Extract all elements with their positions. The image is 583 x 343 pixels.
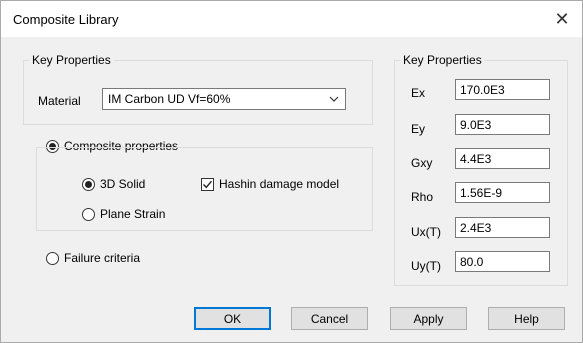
checkmark-icon	[203, 180, 213, 188]
cancel-button[interactable]: Cancel	[291, 307, 368, 330]
prop-value-ex: 170.0E3	[460, 83, 505, 97]
group-label: Key Properties	[400, 53, 485, 67]
ok-button[interactable]: OK	[194, 307, 271, 330]
prop-label-ex: Ex	[411, 86, 426, 100]
material-dropdown[interactable]: IM Carbon UD Vf=60%	[102, 88, 346, 110]
radio-circle	[82, 207, 95, 221]
prop-input-rho[interactable]: 1.56E-9	[455, 182, 550, 203]
prop-value-uy: 80.0	[460, 255, 484, 269]
radio-circle	[46, 251, 59, 265]
3d-solid-label: 3D Solid	[100, 177, 146, 191]
prop-input-uy[interactable]: 80.0	[455, 251, 550, 272]
plane-strain-radio[interactable]: Plane Strain	[82, 207, 165, 221]
apply-button[interactable]: Apply	[390, 307, 467, 330]
failure-criteria-radio[interactable]: Failure criteria	[46, 251, 140, 265]
prop-input-gxy[interactable]: 4.4E3	[455, 148, 550, 169]
radio-selected-dot	[85, 180, 92, 188]
radio-circle	[82, 177, 95, 191]
composite-library-dialog: Composite Library ✕ Key Properties Mater…	[0, 0, 583, 343]
close-button[interactable]: ✕	[542, 1, 582, 37]
prop-value-rho: 1.56E-9	[460, 186, 503, 200]
close-icon: ✕	[554, 8, 570, 29]
3d-solid-radio[interactable]: 3D Solid	[82, 177, 145, 191]
checkbox-box	[201, 177, 214, 191]
material-label: Material	[38, 94, 81, 108]
prop-value-ux: 2.4E3	[460, 221, 492, 235]
window-title: Composite Library	[13, 12, 119, 27]
prop-label-ux: Ux(T)	[411, 225, 441, 239]
prop-value-gxy: 4.4E3	[460, 152, 492, 166]
prop-input-ux[interactable]: 2.4E3	[455, 217, 550, 238]
prop-label-uy: Uy(T)	[411, 259, 441, 273]
chevron-down-icon	[327, 91, 341, 107]
prop-label-gxy: Gxy	[411, 156, 433, 170]
title-bar: Composite Library ✕	[1, 1, 582, 37]
failure-criteria-label: Failure criteria	[64, 251, 141, 265]
group-label: Key Properties	[29, 53, 114, 67]
prop-input-ey[interactable]: 9.0E3	[455, 114, 550, 135]
prop-label-rho: Rho	[411, 190, 434, 204]
prop-input-ex[interactable]: 170.0E3	[455, 79, 550, 100]
material-selected-value: IM Carbon UD Vf=60%	[108, 92, 231, 106]
hashin-damage-checkbox[interactable]: Hashin damage model	[201, 177, 339, 191]
prop-value-ey: 9.0E3	[460, 118, 492, 132]
help-button[interactable]: Help	[488, 307, 565, 330]
hashin-damage-label: Hashin damage model	[219, 177, 340, 191]
plane-strain-label: Plane Strain	[100, 207, 166, 221]
prop-label-ey: Ey	[411, 122, 426, 136]
